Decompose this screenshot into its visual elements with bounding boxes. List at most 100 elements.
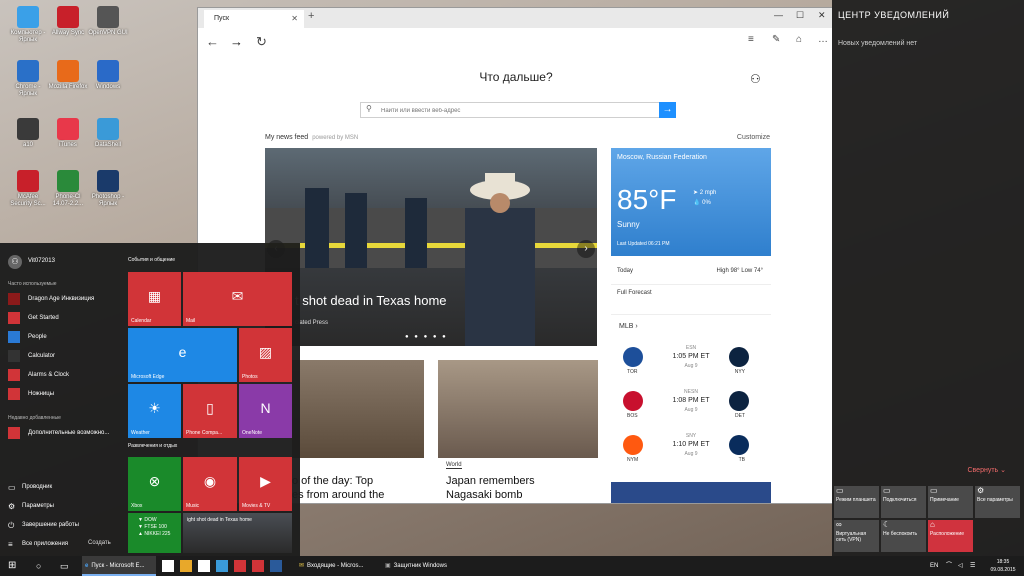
quick-action[interactable]: ▭ Подключиться: [881, 486, 926, 518]
start-tile[interactable]: ◉ Music: [183, 457, 237, 511]
start-bottom-item[interactable]: ▭ Проводник: [8, 481, 88, 495]
desktop-icon[interactable]: Phone-Cl 14.07-2.2...: [48, 170, 88, 208]
quick-action[interactable]: ∞ Виртуальная сеть (VPN): [834, 520, 879, 552]
task-view-icon[interactable]: ▭: [60, 556, 69, 576]
desktop-icon[interactable]: OpenVPN GUI: [88, 6, 128, 37]
start-tile[interactable]: ✉ Mail: [183, 272, 292, 326]
taskbar-defender[interactable]: ▣ Защитник Windows: [382, 556, 462, 576]
start-tile[interactable]: ▶ Movies & TV: [239, 457, 292, 511]
forward-icon[interactable]: →: [230, 34, 243, 49]
network-icon[interactable]: ⌒: [946, 556, 952, 576]
start-tile[interactable]: ▯ Phone Compa...: [183, 384, 237, 438]
start-tile[interactable]: ▦ Calendar: [128, 272, 181, 326]
app-blue-icon[interactable]: [270, 560, 282, 572]
taskbar-mail[interactable]: ✉ Входящие - Micros...: [296, 556, 376, 576]
start-bottom-item[interactable]: ⚙ Параметры: [8, 500, 88, 514]
tile-news[interactable]: ight shot dead in Texas home: [183, 513, 292, 553]
quick-action[interactable]: ⌂ Расположение: [928, 520, 973, 552]
mlb-game-row[interactable]: NYM SNY 1:10 PM ET Aug 9 TB: [611, 429, 771, 469]
recent-app-item[interactable]: Дополнительные возможно...: [8, 427, 128, 441]
user-avatar-icon[interactable]: ⚇: [8, 255, 22, 269]
carousel-dots[interactable]: ● ● ● ● ●: [405, 334, 448, 340]
search-input[interactable]: [379, 104, 653, 118]
new-tab-button[interactable]: +: [308, 10, 314, 22]
mlb-header[interactable]: MLB ›: [619, 323, 638, 330]
desktop-icon[interactable]: McAfee Security Sc...: [8, 170, 48, 208]
app-icon[interactable]: [216, 560, 228, 572]
quick-action[interactable]: ▭ Режим планшета: [834, 486, 879, 518]
desktop-icon[interactable]: Компьютер - Ярлык: [8, 6, 48, 44]
desktop-icon[interactable]: Allway Sync: [48, 6, 88, 37]
start-tile[interactable]: ☀ Weather: [128, 384, 181, 438]
app-red-icon[interactable]: [234, 560, 246, 572]
mlb-game-row[interactable]: BOS NESN 1:08 PM ET Aug 9 DET: [611, 385, 771, 425]
maximize-icon[interactable]: ☐: [796, 10, 804, 21]
desktop-icon-label: DataShell: [94, 142, 121, 148]
hero-story[interactable]: t shot dead in Texas home ciated Press ●…: [265, 148, 597, 346]
desktop-icon[interactable]: Photoshop - Ярлык: [88, 170, 128, 208]
desktop-icon-label: a10: [22, 142, 33, 148]
start-app-item[interactable]: Ножницы: [8, 388, 124, 402]
hub-icon[interactable]: ≡: [748, 34, 754, 45]
taskbar-edge[interactable]: e Пуск - Microsoft E...: [82, 556, 156, 576]
news-card-bottom[interactable]: [611, 482, 771, 503]
mlb-game-row[interactable]: TOR ESN 1:05 PM ET Aug 9 NYY: [611, 341, 771, 381]
close-tab-icon[interactable]: ✕: [291, 10, 298, 28]
share-icon[interactable]: ⌂: [796, 34, 802, 45]
start-bottom-item[interactable]: ≡ Все приложения: [8, 538, 88, 552]
quick-action[interactable]: ☾ Не беспокоить: [881, 520, 926, 552]
recent-app-label: Дополнительные возможно...: [28, 430, 110, 436]
start-tile[interactable]: e Microsoft Edge: [128, 328, 237, 382]
desktop-icon[interactable]: a10: [8, 118, 48, 149]
desktop-icon[interactable]: iTunes: [48, 118, 88, 149]
desktop-icon[interactable]: Windows: [88, 60, 128, 91]
start-tile[interactable]: ▨ Photos: [239, 328, 292, 382]
volume-icon[interactable]: ◁: [958, 556, 963, 576]
quick-action[interactable]: ▭ Примечание: [928, 486, 973, 518]
start-app-item[interactable]: Get Started: [8, 312, 124, 326]
search-go-button[interactable]: →: [659, 102, 676, 118]
collapse-link[interactable]: Свернуть ⌄: [967, 466, 1006, 474]
profile-icon[interactable]: ⚇: [750, 72, 761, 86]
app-red2-icon[interactable]: [252, 560, 264, 572]
action-center-icon[interactable]: ☰: [970, 556, 975, 576]
news-card-world[interactable]: World Japan remembers Nagasaki bomb: [438, 360, 598, 503]
start-app-item[interactable]: Calculator: [8, 350, 124, 364]
quick-action[interactable]: ⚙ Все параметры: [975, 486, 1020, 518]
desktop-icon[interactable]: Chrome - Ярлык: [8, 60, 48, 98]
windows-start-icon[interactable]: ⊞: [8, 556, 16, 576]
explorer-icon[interactable]: [180, 560, 192, 572]
tab-start[interactable]: Пуск ✕: [204, 10, 304, 28]
language-indicator[interactable]: EN: [930, 556, 938, 576]
minimize-icon[interactable]: —: [774, 10, 783, 20]
weather-card[interactable]: Moscow, Russian Federation 85°F ➤ 2 mph …: [611, 148, 771, 256]
carousel-next-icon[interactable]: ›: [577, 240, 595, 258]
close-window-icon[interactable]: ✕: [818, 10, 826, 21]
back-icon[interactable]: ←: [206, 34, 219, 49]
clock[interactable]: 18:35 09.08.2015: [984, 558, 1022, 574]
windows-store-icon[interactable]: [198, 560, 210, 572]
more-icon[interactable]: …: [818, 34, 828, 45]
start-bottom-item[interactable]: ⏻ Завершение работы: [8, 519, 88, 533]
start-app-item[interactable]: People: [8, 331, 124, 345]
taskbar: ⊞ ○ ▭ e Пуск - Microsoft E... ✉ Входящие -…: [0, 556, 1024, 576]
tile-money[interactable]: ▼ DOW ▼ FTSE 100 ▲ NIKKEI 225: [128, 513, 181, 553]
desktop-icon[interactable]: DataShell: [88, 118, 128, 149]
create-link[interactable]: Создать: [88, 540, 111, 546]
start-app-item[interactable]: Dragon Age Инквизиция: [8, 293, 124, 307]
start-app-item[interactable]: Alarms & Clock: [8, 369, 124, 383]
full-forecast-link[interactable]: Full Forecast: [611, 286, 771, 302]
game-date: Aug 9: [684, 451, 698, 457]
search-box[interactable]: ⚲ →: [360, 102, 676, 118]
start-tile[interactable]: N OneNote: [239, 384, 292, 438]
user-name[interactable]: Vit072013: [28, 258, 55, 264]
search-taskbar-icon[interactable]: ○: [36, 556, 41, 576]
desktop-icon[interactable]: Mozilla Firefox: [48, 60, 88, 91]
news-card-photo[interactable]: o of the day: Top es from around the: [292, 360, 424, 503]
web-note-icon[interactable]: ✎: [772, 34, 780, 45]
refresh-icon[interactable]: ↻: [256, 34, 267, 50]
mlb-card[interactable]: MLB › TOR ESN 1:05 PM ET Aug 9 NYY BOS NESN 1:0…: [611, 314, 771, 471]
customize-link[interactable]: Customize: [737, 134, 770, 141]
start-tile[interactable]: ⊗ Xbox: [128, 457, 181, 511]
store-icon[interactable]: [162, 560, 174, 572]
